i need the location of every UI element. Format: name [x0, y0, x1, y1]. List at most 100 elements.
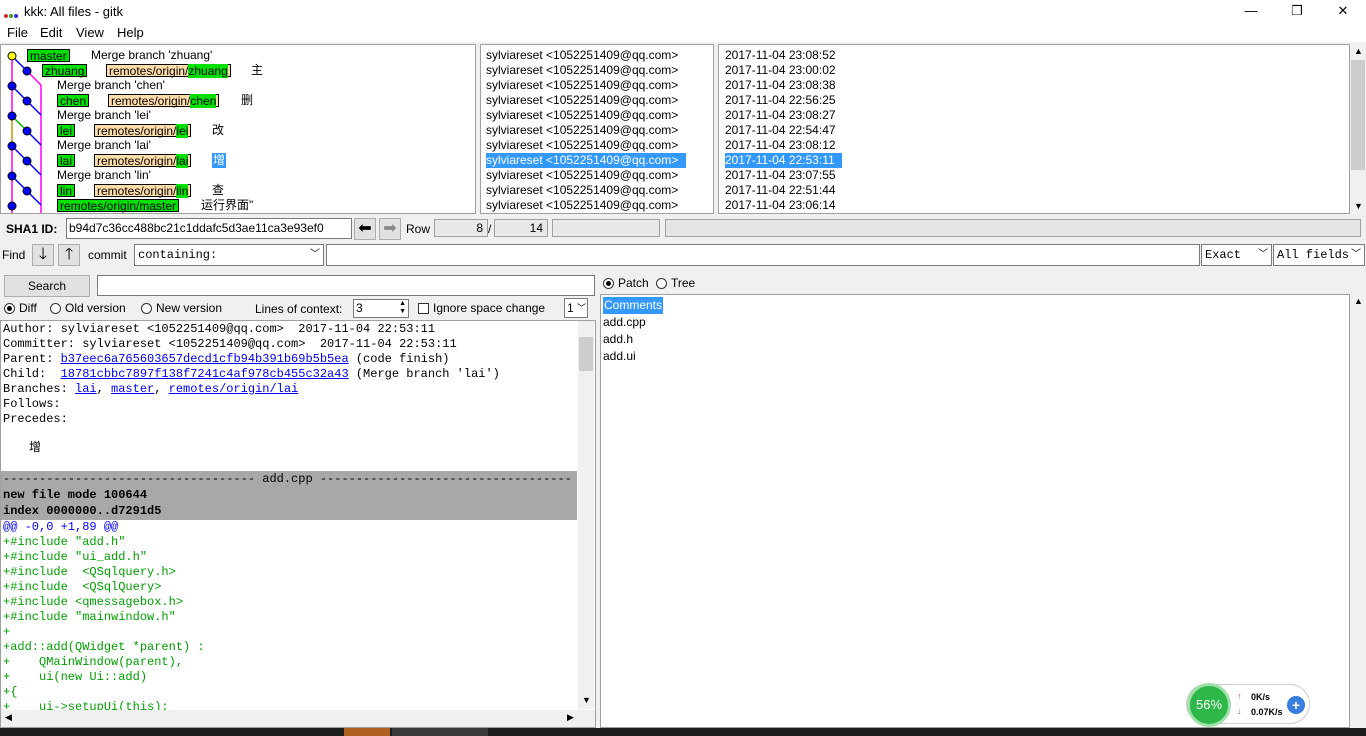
scroll-up-icon[interactable]: ▲ — [1354, 296, 1363, 306]
fields-select[interactable]: All fields ﹀ — [1273, 244, 1365, 266]
file-item[interactable]: add.ui — [603, 348, 636, 365]
search-button[interactable]: Search — [4, 275, 90, 297]
commit-date[interactable]: 2017-11-04 23:08:38 — [725, 78, 836, 93]
plus-icon[interactable]: + — [1287, 696, 1305, 714]
find-input[interactable] — [326, 244, 1200, 266]
commit-author[interactable]: sylviareset <1052251409@qq.com> — [486, 108, 678, 123]
commit-author[interactable]: sylviareset <1052251409@qq.com> — [486, 138, 678, 153]
commit-date[interactable]: 2017-11-04 23:08:27 — [725, 108, 836, 123]
commit-date[interactable]: 2017-11-04 23:06:14 — [725, 198, 836, 213]
scroll-up-icon[interactable]: ▲ — [1354, 46, 1363, 56]
maximize-button[interactable]: ❐ — [1274, 0, 1320, 22]
memory-usage-indicator[interactable]: 56% — [1187, 683, 1231, 727]
commit-subject[interactable]: 主 — [251, 63, 263, 78]
back-button[interactable]: ⬅ — [354, 218, 376, 240]
commit-date[interactable]: 2017-11-04 23:08:52 — [725, 48, 836, 63]
scroll-left-icon[interactable]: ◀ — [5, 712, 12, 723]
encoding-select[interactable]: 1 ﹀ — [564, 298, 588, 318]
forward-button[interactable]: ➡ — [379, 218, 401, 240]
commit-author[interactable]: sylviareset <1052251409@qq.com> — [486, 93, 678, 108]
ref-lin[interactable]: lin — [57, 184, 76, 197]
history-scrollbar[interactable]: ▲ ▼ — [1350, 44, 1366, 214]
patch-radio[interactable]: Patch — [603, 276, 649, 290]
minimize-button[interactable]: — — [1228, 0, 1274, 22]
ref-remote-zhuang[interactable]: remotes/origin/zhuang — [106, 64, 231, 78]
find-prev-button[interactable]: 🡑 — [58, 244, 80, 266]
find-mode-select[interactable]: containing: ﹀ — [134, 244, 324, 266]
commit-date[interactable]: 2017-11-04 23:07:55 — [725, 168, 836, 183]
diff-pane[interactable]: Author: sylviareset <1052251409@qq.com> … — [0, 320, 596, 728]
commit-author[interactable]: sylviareset <1052251409@qq.com> — [486, 48, 678, 63]
branch-link-lai[interactable]: lai — [75, 382, 97, 396]
commit-subject[interactable]: Merge branch 'chen' — [57, 78, 165, 93]
ref-remote-lai[interactable]: remotes/origin/lai — [94, 154, 192, 168]
branch-link-remote-lai[interactable]: remotes/origin/lai — [169, 382, 299, 396]
new-version-radio[interactable]: New version — [141, 301, 222, 315]
commit-date[interactable]: 2017-11-04 22:56:25 — [725, 93, 836, 108]
file-list-pane[interactable]: Comments add.cpp add.h add.ui — [600, 294, 1350, 728]
menu-view[interactable]: View — [76, 25, 104, 40]
commit-graph-pane[interactable]: master Merge branch 'zhuang' zhuang remo… — [0, 44, 476, 214]
taskbar-app[interactable] — [392, 728, 488, 736]
old-version-radio[interactable]: Old version — [50, 301, 126, 315]
file-item[interactable]: add.h — [603, 331, 633, 348]
context-spinbox[interactable]: 3 ▲ ▼ — [353, 299, 409, 318]
commit-author[interactable]: sylviareset <1052251409@qq.com> — [486, 78, 678, 93]
commit-date[interactable]: 2017-11-04 23:00:02 — [725, 63, 836, 78]
match-select[interactable]: Exact ﹀ — [1201, 244, 1272, 266]
menu-help[interactable]: Help — [117, 25, 144, 40]
diff-radio[interactable]: Diff — [4, 301, 37, 315]
menu-edit[interactable]: Edit — [40, 25, 62, 40]
commit-subject[interactable]: 改 — [212, 123, 224, 138]
commit-author[interactable]: sylviareset <1052251409@qq.com> — [486, 63, 678, 78]
close-button[interactable]: ✕ — [1320, 0, 1366, 22]
commit-subject[interactable]: Merge branch 'zhuang' — [91, 48, 212, 63]
taskbar-app[interactable] — [344, 728, 390, 736]
ref-chen[interactable]: chen — [57, 94, 90, 107]
commit-date-selected[interactable]: 2017-11-04 22:53:11 — [725, 153, 842, 168]
branch-link-master[interactable]: master — [111, 382, 154, 396]
file-list-scrollbar[interactable]: ▲ — [1350, 294, 1366, 728]
ref-remote-lei[interactable]: remotes/origin/lei — [94, 124, 192, 138]
commit-author[interactable]: sylviareset <1052251409@qq.com> — [486, 183, 678, 198]
ref-remote-chen[interactable]: remotes/origin/chen — [108, 94, 220, 108]
scroll-right-icon[interactable]: ▶ — [567, 712, 574, 723]
find-next-button[interactable]: 🡓 — [32, 244, 54, 266]
scroll-thumb[interactable] — [579, 337, 593, 371]
commit-author[interactable]: sylviareset <1052251409@qq.com> — [486, 123, 678, 138]
commit-date[interactable]: 2017-11-04 22:54:47 — [725, 123, 836, 138]
ref-remote-master[interactable]: remotes/origin/master — [57, 199, 180, 212]
commit-subject[interactable]: 运行界面" — [201, 198, 253, 213]
commit-subject[interactable]: 查 — [212, 183, 224, 198]
ref-remote-lin[interactable]: remotes/origin/lin — [94, 184, 192, 198]
child-link[interactable]: 18781cbbc7897f138f7241c4af978cb455c32a43 — [61, 367, 349, 381]
menu-file[interactable]: File — [7, 25, 28, 40]
ref-lei[interactable]: lei — [57, 124, 76, 137]
commit-subject[interactable]: 删 — [241, 93, 253, 108]
diff-hscrollbar[interactable]: ◀ ▶ — [1, 710, 595, 727]
author-pane[interactable]: sylviareset <1052251409@qq.com> sylviare… — [480, 44, 714, 214]
commit-subject-selected[interactable]: 增 — [212, 153, 227, 168]
commit-subject[interactable]: Merge branch 'lin' — [57, 168, 151, 183]
diff-scrollbar[interactable]: ▼ — [578, 321, 594, 709]
file-item[interactable]: add.cpp — [603, 314, 646, 331]
commit-date[interactable]: 2017-11-04 22:51:44 — [725, 183, 836, 198]
spinner-arrows-icon[interactable]: ▲ ▼ — [399, 300, 406, 316]
ref-zhuang[interactable]: zhuang — [42, 64, 88, 77]
scroll-down-icon[interactable]: ▼ — [1354, 201, 1363, 211]
parent-link[interactable]: b37eec6a765603657decd1cfb94b391b69b5b5ea — [61, 352, 349, 366]
search-input[interactable] — [97, 275, 595, 296]
file-item-comments[interactable]: Comments — [603, 297, 664, 314]
date-pane[interactable]: 2017-11-04 23:08:52 2017-11-04 23:00:02 … — [718, 44, 1350, 214]
sha-input[interactable]: b94d7c36cc488bc21c1ddafc5d3ae11ca3e93ef0 — [66, 218, 352, 239]
ref-master[interactable]: master — [27, 49, 70, 62]
ref-lai[interactable]: lai — [57, 154, 76, 167]
commit-subject[interactable]: Merge branch 'lai' — [57, 138, 151, 153]
commit-author-selected[interactable]: sylviareset <1052251409@qq.com> — [486, 153, 686, 168]
commit-author[interactable]: sylviareset <1052251409@qq.com> — [486, 198, 678, 213]
commit-author[interactable]: sylviareset <1052251409@qq.com> — [486, 168, 678, 183]
scroll-down-icon[interactable]: ▼ — [582, 695, 591, 705]
tree-radio[interactable]: Tree — [656, 276, 695, 290]
commit-date[interactable]: 2017-11-04 23:08:12 — [725, 138, 836, 153]
commit-subject[interactable]: Merge branch 'lei' — [57, 108, 151, 123]
